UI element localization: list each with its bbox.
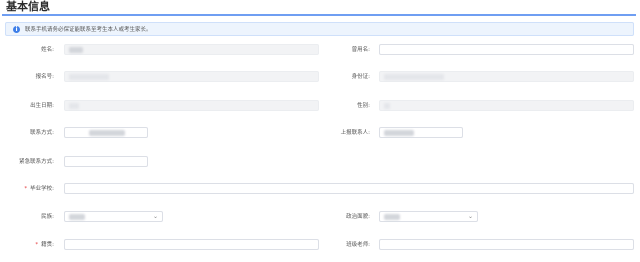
section-divider	[2, 14, 636, 16]
name-value-redacted	[69, 47, 83, 53]
emergency-person-input[interactable]	[379, 127, 463, 138]
teacher-label: 班级老师:	[346, 242, 370, 248]
contact-label: 联系方式:	[30, 130, 54, 136]
gender-field	[379, 100, 634, 111]
former-name-label: 曾用名:	[351, 47, 370, 53]
former-name-input[interactable]	[379, 44, 634, 55]
chevron-down-icon: ⌄	[467, 213, 473, 220]
emergency-contact-label: 紧急联系方式:	[19, 159, 54, 165]
ethnicity-value-redacted	[69, 214, 85, 220]
birth-label: 出生日期:	[30, 103, 54, 109]
school-input[interactable]	[64, 183, 634, 194]
origin-input[interactable]	[64, 239, 319, 250]
name-field	[64, 44, 319, 55]
required-marker: *	[35, 242, 39, 248]
origin-label: * 籍贯:	[35, 242, 54, 248]
emergency-contact-input[interactable]	[64, 156, 148, 167]
emergency-person-label: 上报联系人:	[340, 130, 370, 136]
exam-no-value-redacted	[69, 74, 109, 80]
contact-input[interactable]	[64, 127, 148, 138]
exam-no-field	[64, 71, 319, 82]
id-card-value-redacted	[384, 74, 444, 80]
birth-value-redacted	[69, 103, 79, 109]
ethnicity-label: 民族:	[41, 214, 54, 220]
gender-label: 性别:	[357, 103, 370, 109]
political-label: 政治面貌:	[346, 214, 370, 220]
notice-text: 联系手机请务必保证能联系至考生本人或考生家长。	[25, 27, 152, 33]
gender-value-redacted	[384, 103, 390, 109]
id-card-field	[379, 71, 634, 82]
info-icon: i	[13, 25, 20, 33]
birth-field	[64, 100, 319, 111]
required-marker: *	[24, 186, 28, 192]
notice-banner: i 联系手机请务必保证能联系至考生本人或考生家长。	[5, 22, 634, 36]
id-card-label: 身份证:	[351, 74, 370, 80]
political-select[interactable]: ⌄	[379, 211, 478, 222]
political-value-redacted	[384, 214, 400, 220]
section-title: 基本信息	[6, 0, 50, 13]
contact-value-redacted	[89, 130, 125, 136]
emergency-person-value-redacted	[384, 130, 414, 136]
ethnicity-select[interactable]: ⌄	[64, 211, 163, 222]
school-label: * 毕业学校:	[24, 186, 54, 192]
chevron-down-icon: ⌄	[152, 213, 158, 220]
exam-no-label: 报名号:	[35, 74, 54, 80]
teacher-input[interactable]	[379, 239, 634, 250]
name-label: 姓名:	[41, 47, 54, 53]
